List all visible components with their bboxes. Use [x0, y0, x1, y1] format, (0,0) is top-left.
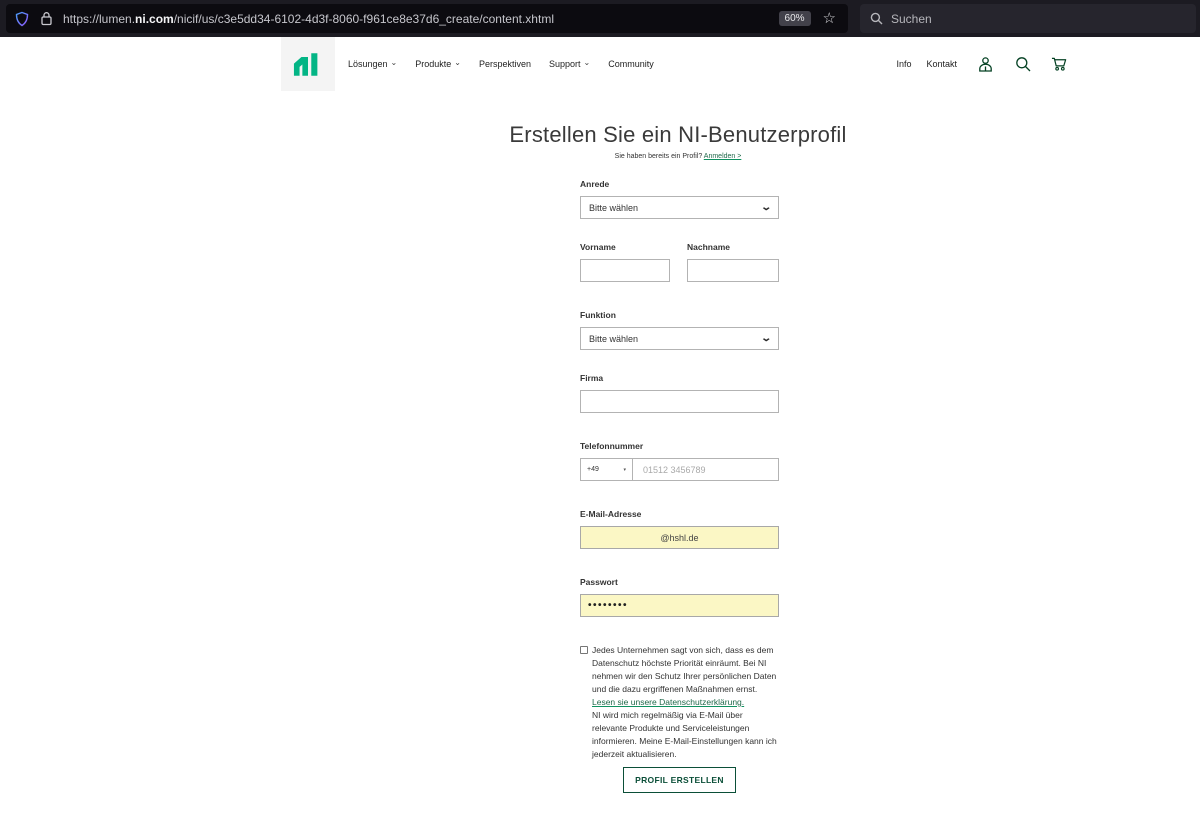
- nav-community[interactable]: Community: [608, 59, 654, 69]
- chevron-down-icon: ⌄: [454, 58, 461, 67]
- nachname-input[interactable]: [687, 259, 779, 282]
- site-header: Lösungen ⌄ Produkte ⌄ Perspektiven Support…: [0, 37, 1200, 91]
- privacy-text-1: Jedes Unternehmen sagt von sich, dass es…: [592, 645, 777, 694]
- url-bar[interactable]: https://lumen.ni.com/nicif/us/c3e5dd34-6…: [6, 4, 848, 33]
- lock-icon[interactable]: [40, 11, 53, 26]
- anrede-select[interactable]: Bitte wählen ⌄: [580, 196, 779, 219]
- profil-erstellen-button[interactable]: PROFIL ERSTELLEN: [623, 767, 736, 793]
- country-code-select[interactable]: +49 ▾: [580, 458, 632, 481]
- nav-loesungen[interactable]: Lösungen ⌄: [348, 58, 398, 70]
- cart-icon[interactable]: [1051, 56, 1068, 73]
- privacy-checkbox[interactable]: [580, 646, 588, 654]
- main-content: Erstellen Sie ein NI-Benutzerprofil Sie …: [0, 122, 1200, 793]
- vorname-input[interactable]: [580, 259, 670, 282]
- passwort-label: Passwort: [580, 577, 618, 587]
- nav-info[interactable]: Info: [896, 59, 911, 69]
- funktion-select[interactable]: Bitte wählen ⌄: [580, 327, 779, 350]
- vorname-label: Vorname: [580, 242, 616, 252]
- zoom-level-badge[interactable]: 60%: [778, 11, 811, 26]
- bookmark-star-icon[interactable]: ☆: [823, 11, 836, 26]
- chevron-down-icon: ⌄: [583, 58, 591, 67]
- datenschutz-link[interactable]: Lesen sie unsere Datenschutzerklärung.: [592, 697, 744, 707]
- funktion-label: Funktion: [580, 310, 616, 320]
- anrede-label: Anrede: [580, 179, 610, 189]
- email-label: E-Mail-Adresse: [580, 509, 642, 519]
- search-placeholder: Suchen: [891, 11, 932, 26]
- firma-input[interactable]: [580, 390, 779, 413]
- privacy-consent: Jedes Unternehmen sagt von sich, dass es…: [580, 644, 779, 761]
- telefon-input[interactable]: [632, 458, 779, 481]
- search-icon: [870, 12, 883, 25]
- subtitle: Sie haben bereits ein Profil? Anmelden >: [614, 153, 742, 160]
- passwort-input[interactable]: [580, 594, 779, 617]
- chevron-down-icon: ⌄: [390, 58, 398, 67]
- chevron-down-icon: ⌄: [759, 333, 772, 344]
- chevron-down-icon: ▾: [623, 466, 626, 473]
- account-icon[interactable]: [977, 56, 994, 73]
- email-input[interactable]: [580, 526, 779, 549]
- url-text[interactable]: https://lumen.ni.com/nicif/us/c3e5dd34-6…: [63, 12, 779, 26]
- browser-search-box[interactable]: Suchen: [860, 4, 1196, 33]
- chevron-down-icon: ⌄: [759, 202, 772, 213]
- nachname-label: Nachname: [687, 242, 730, 252]
- search-icon[interactable]: [1014, 56, 1031, 73]
- page-title: Erstellen Sie ein NI-Benutzerprofil: [509, 122, 847, 147]
- telefon-label: Telefonnummer: [580, 441, 644, 451]
- nav-kontakt[interactable]: Kontakt: [926, 59, 957, 69]
- nav-perspektiven[interactable]: Perspektiven: [479, 59, 531, 69]
- nav-produkte[interactable]: Produkte ⌄: [415, 58, 461, 70]
- browser-toolbar: https://lumen.ni.com/nicif/us/c3e5dd34-6…: [0, 0, 1200, 37]
- main-nav: Lösungen ⌄ Produkte ⌄ Perspektiven Support…: [348, 37, 654, 91]
- ni-logo[interactable]: [281, 37, 335, 91]
- shield-icon[interactable]: [14, 11, 30, 27]
- utility-nav: Info Kontakt: [896, 37, 1068, 91]
- privacy-text-2: NI wird mich regelmäßig via E-Mail über …: [592, 710, 777, 759]
- nav-support[interactable]: Support ⌄: [549, 58, 591, 70]
- profile-form: Anrede Bitte wählen ⌄ Vorname Nachname F…: [580, 179, 779, 793]
- anmelden-link[interactable]: Anmelden >: [704, 153, 742, 160]
- firma-label: Firma: [580, 373, 604, 383]
